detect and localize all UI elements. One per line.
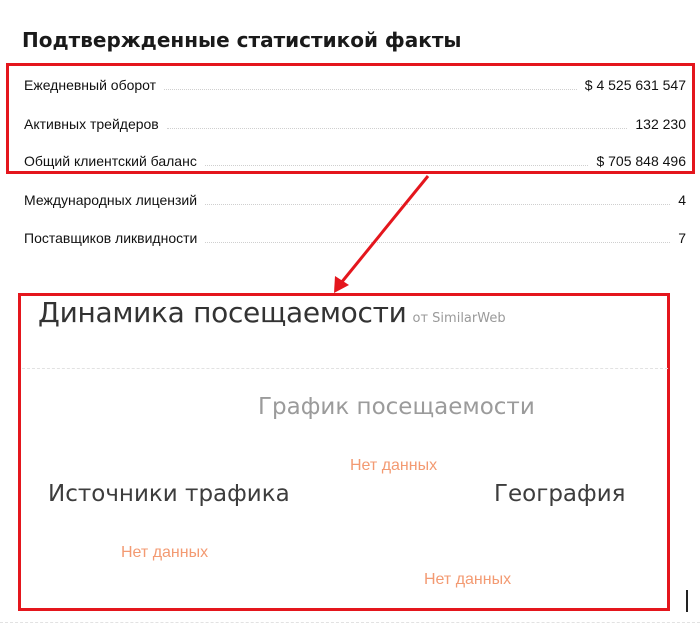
fact-value: 4 [678, 192, 686, 208]
traffic-title-text: Динамика посещаемости [38, 296, 407, 329]
divider [22, 368, 668, 369]
dotted-leader [205, 241, 671, 243]
traffic-graph-no-data: Нет данных [350, 457, 438, 474]
traffic-sources-no-data: Нет данных [121, 544, 209, 561]
traffic-sources-title: Источники трафика [48, 481, 290, 507]
facts-title: Подтвержденные статистикой факты [22, 28, 462, 52]
bottom-divider [0, 622, 700, 623]
text-cursor-icon [686, 590, 688, 612]
fact-row-licenses: Международных лицензий 4 [24, 189, 686, 211]
traffic-graph-title: График посещаемости [258, 394, 535, 420]
traffic-source-link[interactable]: от SimilarWeb [413, 311, 506, 326]
fact-label: Поставщиков ликвидности [24, 230, 198, 246]
geography-no-data: Нет данных [424, 571, 512, 588]
geography-title: География [494, 481, 626, 507]
stats-highlight-box [6, 63, 695, 174]
dotted-leader [205, 203, 671, 205]
fact-value: 7 [678, 230, 686, 246]
traffic-title: Динамика посещаемости от SimilarWeb [38, 296, 506, 329]
fact-label: Международных лицензий [24, 192, 198, 208]
traffic-highlight-box [18, 293, 670, 611]
fact-row-liquidity-providers: Поставщиков ликвидности 7 [24, 227, 686, 249]
